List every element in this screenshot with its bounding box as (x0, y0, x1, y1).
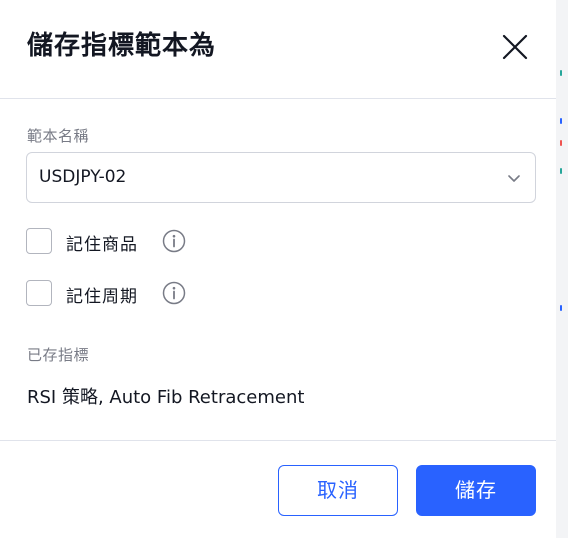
dialog-title: 儲存指標範本為 (27, 31, 217, 61)
dialog-header: 儲存指標範本為 (0, 0, 556, 99)
template-name-label: 範本名稱 (27, 127, 90, 145)
chart-edge-mark (560, 70, 562, 76)
close-icon (502, 34, 528, 60)
close-button[interactable] (498, 30, 532, 64)
chart-edge-mark (560, 140, 562, 146)
background-chart-edge (556, 0, 568, 538)
chart-edge-mark (560, 118, 562, 124)
dialog-footer: 取消 儲存 (0, 440, 556, 538)
remember-symbol-label[interactable]: 記住商品 (66, 230, 138, 255)
remember-symbol-checkbox[interactable] (26, 228, 52, 254)
saved-indicators-label: 已存指標 (27, 346, 90, 364)
info-icon[interactable] (162, 281, 186, 305)
remember-interval-label[interactable]: 記住周期 (66, 282, 138, 307)
cancel-button[interactable]: 取消 (278, 465, 398, 516)
saved-indicators-value: RSI 策略, Auto Fib Retracement (27, 387, 305, 408)
chart-edge-mark (560, 305, 562, 311)
template-name-value: USDJPY-02 (39, 167, 127, 187)
save-button[interactable]: 儲存 (416, 465, 536, 516)
info-icon[interactable] (162, 229, 186, 253)
save-indicator-template-dialog: 儲存指標範本為 範本名稱 USDJPY-02 記住商品 記住周期 已存指標 RS… (0, 0, 556, 538)
template-name-dropdown[interactable]: USDJPY-02 (26, 152, 536, 203)
remember-interval-checkbox[interactable] (26, 280, 52, 306)
chart-edge-mark (560, 168, 562, 174)
chevron-down-icon (508, 175, 520, 182)
